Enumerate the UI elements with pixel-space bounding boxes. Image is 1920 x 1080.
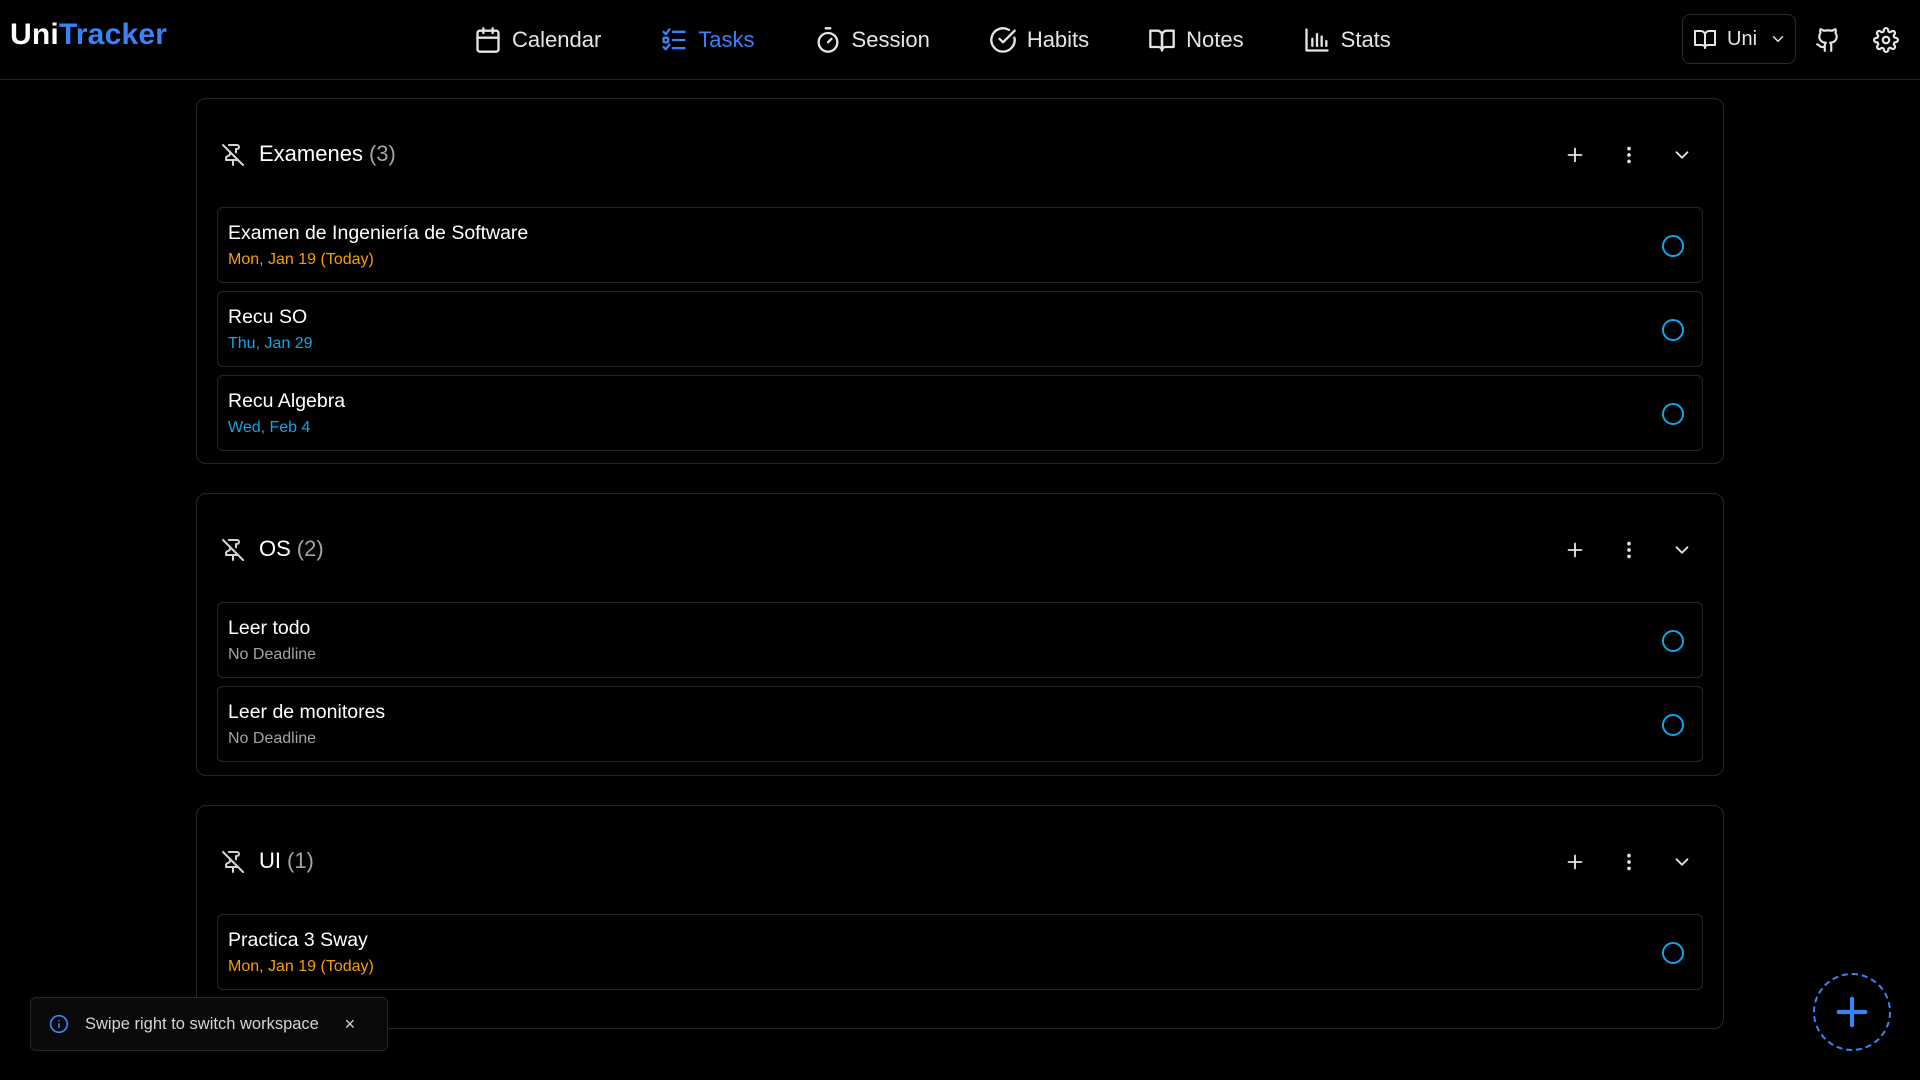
nav-session[interactable]: Session	[802, 22, 942, 58]
gear-icon	[1873, 27, 1899, 53]
plus-icon	[1567, 147, 1583, 163]
tasks-icon	[662, 28, 686, 51]
workspace-selector[interactable]: Uni	[1682, 14, 1796, 64]
collapse-button[interactable]	[1666, 139, 1698, 171]
github-icon	[1816, 28, 1838, 52]
task-date: Mon, Jan 19 (Today)	[228, 251, 374, 268]
more-vertical-icon	[1627, 853, 1631, 871]
task-complete-checkbox[interactable]	[1662, 714, 1684, 736]
add-floating-button[interactable]	[1813, 973, 1891, 1051]
task-date: Mon, Jan 19 (Today)	[228, 958, 374, 975]
workspace-label: Uni	[1727, 27, 1758, 50]
chevron-down-icon	[1675, 151, 1689, 159]
task-title: Recu SO	[228, 306, 308, 328]
settings-button[interactable]	[1870, 24, 1902, 56]
timer-icon	[817, 27, 839, 53]
plus-icon	[1567, 854, 1583, 870]
nav-tasks[interactable]: Tasks	[648, 22, 766, 58]
group-title: OS (2)	[259, 536, 324, 562]
nav-notes[interactable]: Notes	[1136, 22, 1255, 58]
more-vertical-icon	[1627, 146, 1631, 164]
task-complete-checkbox[interactable]	[1662, 630, 1684, 652]
group-title: UI (1)	[259, 848, 314, 874]
main-nav: Calendar Tasks Session Habits Notes Stat…	[462, 22, 1438, 58]
info-icon	[49, 1014, 69, 1034]
group-name: UI	[259, 848, 281, 873]
collapse-button[interactable]	[1666, 846, 1698, 878]
app-logo[interactable]: UniTracker	[10, 18, 167, 52]
brand-part1: Uni	[10, 18, 59, 51]
calendar-icon	[476, 27, 500, 53]
nav-stats-label: Stats	[1340, 27, 1391, 52]
group-menu-button[interactable]	[1613, 846, 1645, 878]
book-icon	[1694, 30, 1716, 49]
task-title: Examen de Ingeniería de Software	[228, 222, 529, 244]
collapse-button[interactable]	[1666, 534, 1698, 566]
task-group-ui: UI (1) Practica 3 Sway Mon, Jan 19 (Today…	[196, 805, 1724, 1029]
group-count: (3)	[368, 141, 396, 166]
add-task-button[interactable]	[1559, 846, 1591, 878]
nav-calendar-label: Calendar	[512, 27, 602, 52]
brand-part2: Tracker	[58, 18, 168, 51]
plus-icon	[1567, 542, 1583, 558]
task-item[interactable]: Recu SO Thu, Jan 29	[217, 291, 1703, 367]
group-menu-button[interactable]	[1613, 139, 1645, 171]
task-item[interactable]: Leer de monitores No Deadline	[217, 686, 1703, 762]
task-group-examenes: Examenes (3) Examen de Ingeniería de Soft…	[196, 98, 1724, 464]
toast-close-button[interactable]: ×	[341, 1014, 359, 1035]
group-name: OS	[259, 536, 291, 561]
group-menu-button[interactable]	[1613, 534, 1645, 566]
task-date: Wed, Feb 4	[228, 419, 311, 436]
task-item[interactable]: Recu Algebra Wed, Feb 4	[217, 375, 1703, 451]
nav-session-label: Session	[851, 27, 930, 52]
task-date: Thu, Jan 29	[228, 335, 313, 352]
nav-notes-label: Notes	[1186, 27, 1244, 52]
more-vertical-icon	[1627, 541, 1631, 559]
chevron-down-icon	[1675, 546, 1689, 554]
task-item[interactable]: Leer todo No Deadline	[217, 602, 1703, 678]
nav-calendar[interactable]: Calendar	[462, 22, 613, 58]
group-count: (1)	[287, 848, 314, 873]
toast-message: Swipe right to switch workspace	[85, 1014, 319, 1033]
task-complete-checkbox[interactable]	[1662, 319, 1684, 341]
group-header: OS (2)	[197, 494, 1723, 602]
add-task-button[interactable]	[1559, 534, 1591, 566]
group-header: Examenes (3)	[197, 99, 1723, 207]
nav-habits-label: Habits	[1026, 27, 1090, 52]
task-date: No Deadline	[228, 730, 317, 747]
group-count: (2)	[296, 536, 324, 561]
task-complete-checkbox[interactable]	[1662, 403, 1684, 425]
book-icon	[1149, 29, 1176, 52]
task-title: Recu Algebra	[228, 390, 346, 412]
workspace-hint-toast: Swipe right to switch workspace ×	[30, 997, 388, 1051]
nav-stats[interactable]: Stats	[1291, 22, 1403, 58]
group-header: UI (1)	[197, 806, 1723, 914]
nav-habits[interactable]: Habits	[977, 22, 1101, 58]
group-name: Examenes	[259, 141, 363, 166]
task-item[interactable]: Examen de Ingeniería de Software Mon, Ja…	[217, 207, 1703, 283]
task-complete-checkbox[interactable]	[1662, 942, 1684, 964]
chevron-down-icon	[1675, 858, 1689, 866]
top-navbar: UniTracker Calendar Tasks Session Habits…	[0, 0, 1920, 80]
add-task-button[interactable]	[1559, 139, 1591, 171]
bar-chart-icon	[1304, 28, 1329, 52]
task-complete-checkbox[interactable]	[1662, 235, 1684, 257]
plus-icon	[1836, 996, 1868, 1028]
nav-tasks-label: Tasks	[698, 27, 755, 52]
unpin-icon[interactable]	[221, 538, 245, 562]
task-date: No Deadline	[228, 646, 317, 663]
task-title: Practica 3 Sway	[228, 929, 368, 951]
unpin-icon[interactable]	[221, 143, 245, 167]
task-title: Leer de monitores	[228, 701, 386, 723]
task-item[interactable]: Practica 3 Sway Mon, Jan 19 (Today)	[217, 914, 1703, 990]
unpin-icon[interactable]	[221, 850, 245, 874]
chevron-down-icon	[1772, 36, 1784, 42]
group-title: Examenes (3)	[259, 141, 396, 167]
check-circle-icon	[989, 27, 1016, 53]
github-button[interactable]	[1812, 24, 1844, 56]
task-group-os: OS (2) Leer todo No Deadline Leer de moni…	[196, 493, 1724, 776]
task-title: Leer todo	[228, 617, 311, 639]
